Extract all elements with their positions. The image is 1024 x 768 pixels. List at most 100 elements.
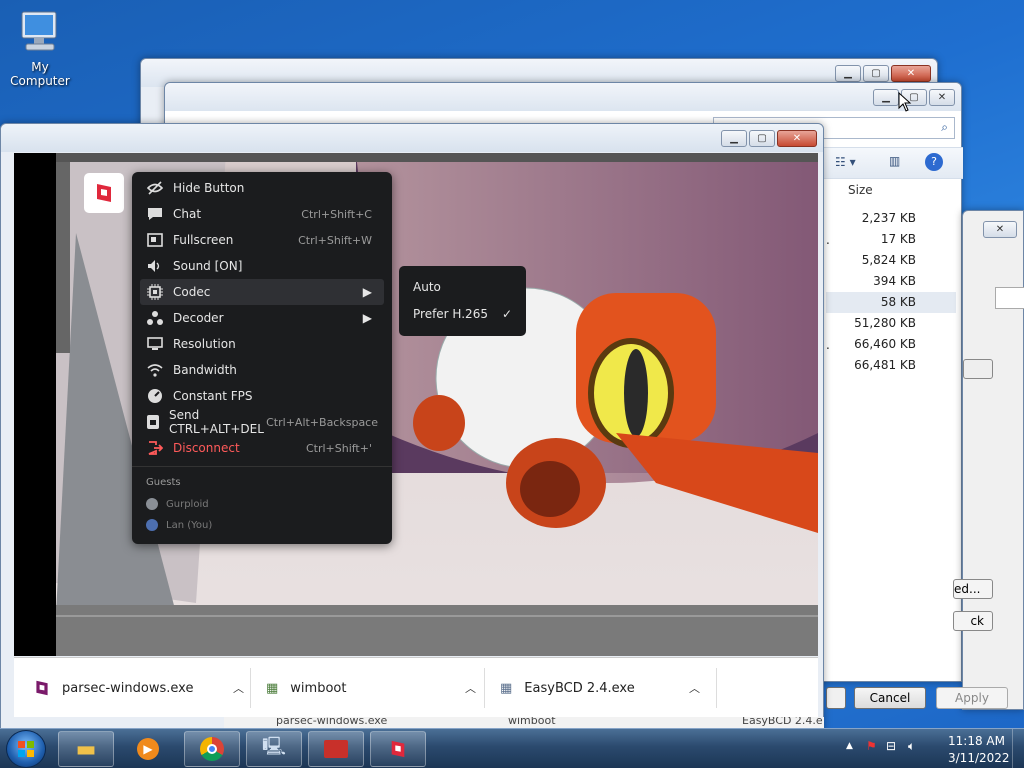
size-cell[interactable]: 17 KB	[826, 229, 956, 250]
minimize-button[interactable]: ▁	[873, 89, 899, 106]
menu-item-resolution[interactable]: Resolution	[140, 331, 384, 357]
dialog-button[interactable]	[963, 359, 993, 379]
minimize-button[interactable]: ▁	[721, 130, 747, 147]
submenu-item-auto[interactable]: Auto	[399, 275, 526, 299]
download-item[interactable]: ▦ wimboot ︿	[266, 658, 476, 718]
show-desktop-button[interactable]	[1012, 729, 1024, 768]
menu-item-sound[interactable]: Sound [ON]	[140, 253, 384, 279]
menu-item-label: Sound [ON]	[173, 259, 243, 273]
ed-button[interactable]: ed...	[953, 579, 993, 599]
taskbar-network-app[interactable]: 🖳	[246, 731, 302, 767]
download-item[interactable]: parsec-windows.exe ︿	[34, 658, 244, 718]
close-button[interactable]: ✕	[891, 65, 931, 82]
guests-header: Guests	[146, 477, 181, 488]
cancel-button[interactable]: Cancel	[854, 687, 926, 709]
size-cell[interactable]: 5,824 KB	[826, 250, 956, 271]
view-options-icon[interactable]: ☷ ▾	[835, 155, 856, 169]
menu-item-label: Constant FPS	[173, 389, 253, 403]
maximize-button[interactable]: ▢	[863, 65, 889, 82]
help-icon[interactable]: ?	[925, 153, 943, 171]
viewport-menubar[interactable]	[56, 153, 818, 162]
size-cell[interactable]: 2,237 KB	[826, 208, 956, 229]
computer-icon	[21, 11, 57, 51]
chevron-up-icon[interactable]: ︿	[233, 680, 244, 696]
search-icon: ⌕	[941, 120, 948, 134]
download-item[interactable]: ▦ EasyBCD 2.4.exe ︿	[500, 658, 700, 718]
menu-item-label: Hide Button	[173, 181, 245, 195]
menu-item-label: Send CTRL+ALT+DEL	[169, 408, 264, 436]
properties-dialog[interactable]: ✕ ed... ck	[953, 210, 1024, 710]
size-cell[interactable]: 66,460 KB	[826, 334, 956, 355]
menu-item-fullscreen[interactable]: Fullscreen Ctrl+Shift+W	[140, 227, 384, 253]
ed-button-label: ed...	[954, 582, 981, 596]
taskbar-chrome[interactable]	[184, 731, 240, 767]
monitor-icon	[146, 335, 164, 353]
size-cell-selected[interactable]: 58 KB	[826, 292, 956, 313]
gauge-icon	[146, 387, 164, 405]
taskbar-explorer[interactable]: ▬	[58, 731, 114, 767]
clock-date[interactable]: 3/11/2022	[948, 751, 1010, 765]
wifi-icon	[146, 361, 164, 379]
dialog-button-left[interactable]	[826, 687, 846, 709]
system-tray: ▲ ⚑ ⊟ 🔈︎ 11:18 AM 3/11/2022	[834, 729, 1024, 768]
parsec-logo-icon	[97, 184, 111, 202]
start-button[interactable]	[6, 730, 46, 768]
menu-item-label: Decoder	[173, 311, 224, 325]
menu-item-chat[interactable]: Chat Ctrl+Shift+C	[140, 201, 384, 227]
submenu-item-label: Prefer H.265	[413, 307, 488, 321]
menu-item-send-ctrl-alt-del[interactable]: Send CTRL+ALT+DEL Ctrl+Alt+Backspace	[140, 408, 384, 436]
size-cell[interactable]: 394 KB	[826, 271, 956, 292]
guest-item[interactable]: Gurploid	[146, 498, 209, 510]
close-button[interactable]: ✕	[777, 130, 817, 147]
close-button[interactable]: ✕	[929, 89, 955, 106]
text-field[interactable]	[995, 287, 1024, 309]
tool-palette[interactable]	[56, 153, 70, 353]
parsec-menu: Hide Button Chat Ctrl+Shift+C Fullscreen…	[132, 172, 392, 544]
my-computer-icon[interactable]: My Computer	[0, 8, 80, 88]
network-icon[interactable]: ⊟	[886, 739, 896, 753]
ck-button-label: ck	[970, 614, 984, 628]
taskbar-media-player[interactable]: ▶	[120, 731, 176, 767]
title-bar[interactable]	[1, 124, 823, 152]
minimize-button[interactable]: ▁	[835, 65, 861, 82]
chevron-up-icon[interactable]: ︿	[465, 680, 476, 696]
menu-item-codec[interactable]: Codec ▶	[140, 279, 384, 305]
size-cell[interactable]: 51,280 KB	[826, 313, 956, 334]
cancel-label: Cancel	[869, 691, 911, 705]
shortcut-label: Ctrl+Shift+'	[305, 441, 372, 455]
menu-item-bandwidth[interactable]: Bandwidth	[140, 357, 384, 383]
media-player-icon: ▶	[137, 738, 159, 760]
ck-button[interactable]: ck	[953, 611, 993, 631]
apply-button[interactable]: Apply	[936, 687, 1008, 709]
size-header[interactable]: Size	[826, 178, 956, 202]
parsec-logo-icon	[391, 740, 405, 758]
download-name: wimboot	[290, 680, 347, 696]
toolbox-icon	[324, 740, 348, 758]
taskbar-parsec[interactable]	[370, 731, 426, 767]
guest-item[interactable]: Lan (You)	[146, 519, 212, 531]
show-hidden-icons[interactable]: ▲	[846, 741, 853, 751]
menu-item-label: Disconnect	[173, 441, 240, 455]
taskbar-toolbox[interactable]	[308, 731, 364, 767]
speaker-icon	[146, 257, 164, 275]
size-cell[interactable]: 66,481 KB	[826, 355, 956, 376]
action-center-icon[interactable]: ⚑	[866, 739, 877, 753]
title-bar[interactable]	[165, 83, 961, 111]
menu-item-hide-button[interactable]: Hide Button	[140, 175, 384, 201]
maximize-button[interactable]: ▢	[749, 130, 775, 147]
submenu-item-prefer-h265[interactable]: Prefer H.265 ✓	[399, 302, 526, 326]
fullscreen-icon	[146, 231, 164, 249]
dialog-close-button[interactable]: ✕	[983, 221, 1017, 238]
volume-icon[interactable]: 🔈︎	[908, 739, 915, 754]
preview-pane-icon[interactable]: ▥	[889, 154, 900, 168]
menu-item-constant-fps[interactable]: Constant FPS	[140, 383, 384, 409]
menu-item-decoder[interactable]: Decoder ▶	[140, 305, 384, 331]
bg-download-name: parsec-windows.exe	[276, 717, 388, 727]
clock-time[interactable]: 11:18 AM	[948, 734, 1005, 748]
chevron-up-icon[interactable]: ︿	[689, 680, 700, 696]
menu-item-disconnect[interactable]: Disconnect Ctrl+Shift+'	[140, 435, 384, 461]
bg-download-name: wimboot	[508, 717, 556, 727]
menu-item-label: Resolution	[173, 337, 236, 351]
parsec-overlay-button[interactable]	[84, 173, 124, 213]
my-computer-label: My Computer	[10, 60, 70, 88]
